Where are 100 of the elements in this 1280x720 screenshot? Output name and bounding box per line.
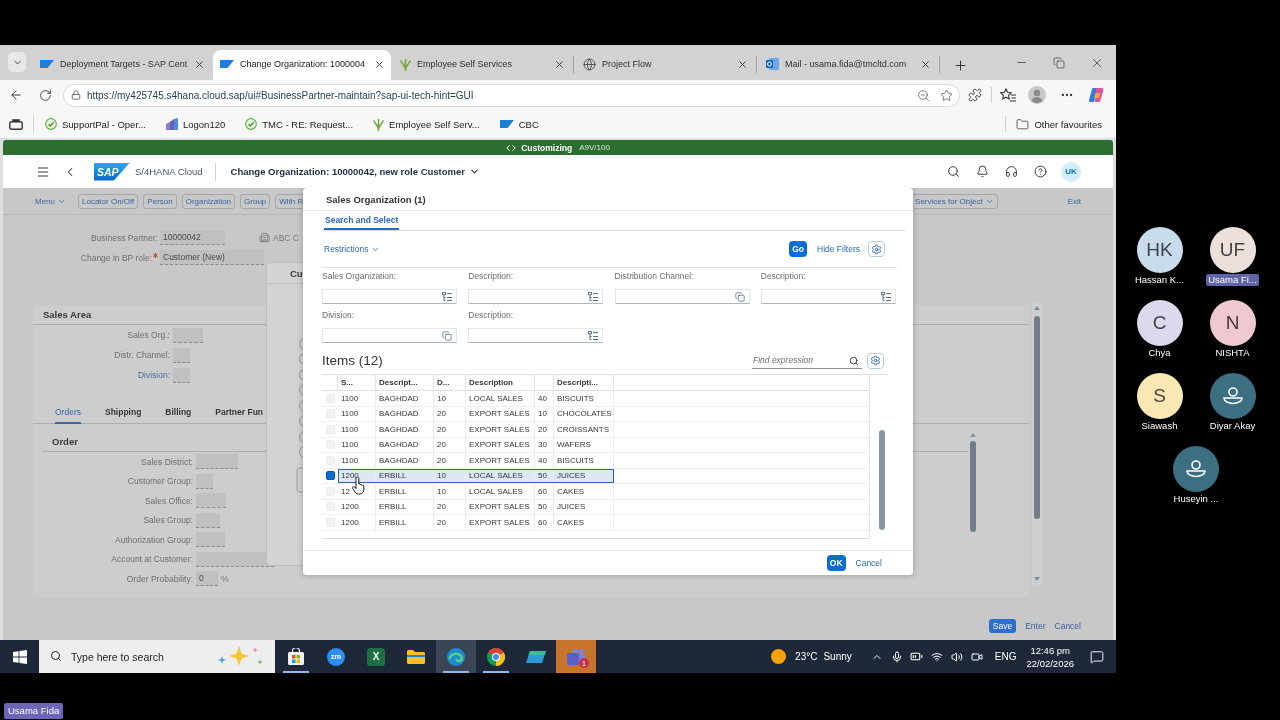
zoom-out-icon[interactable] xyxy=(917,88,930,102)
browser-tab[interactable]: Employee Self Services xyxy=(393,50,571,80)
reload-icon[interactable] xyxy=(38,88,52,102)
page-title[interactable]: Change Organization: 10000042, new role Customer xyxy=(230,166,465,177)
table-row[interactable]: 1200 ERBILL 20 EXPORT SALES 50 JUICES xyxy=(338,499,614,514)
browser-tab[interactable]: Change Organization: 1000004 xyxy=(213,50,391,80)
bookmark[interactable]: SupportPal - Oper... xyxy=(45,118,146,130)
bookmark[interactable]: CBC xyxy=(499,118,539,130)
dialog-button[interactable]: OK xyxy=(826,555,846,571)
close-icon[interactable] xyxy=(374,58,385,70)
battery-icon[interactable] xyxy=(910,650,924,663)
input-field[interactable] xyxy=(173,327,203,343)
microphone-icon[interactable] xyxy=(890,650,903,663)
copy-icon[interactable] xyxy=(734,291,745,302)
bell-icon[interactable] xyxy=(976,165,989,178)
tab[interactable]: Partner Fun xyxy=(215,400,264,424)
back-icon[interactable] xyxy=(9,88,23,102)
language-indicator[interactable]: ENG xyxy=(994,651,1017,662)
help-icon[interactable] xyxy=(1034,165,1047,178)
menu-button[interactable]: Menu xyxy=(35,196,66,206)
toolbar-button[interactable]: Person xyxy=(143,193,177,209)
toolbar-button[interactable]: Locator On/Off xyxy=(78,193,139,209)
table-row[interactable]: 1100 BAGHDAD 20 EXPORT SALES 40 BISCUITS xyxy=(338,453,614,468)
list-icon[interactable] xyxy=(442,291,452,302)
search-icon[interactable] xyxy=(849,355,859,366)
browser-tab[interactable]: Deployment Targets - SAP Cent xyxy=(33,50,211,80)
user-avatar[interactable]: UK xyxy=(1061,161,1081,182)
input-field[interactable]: 0 xyxy=(196,571,218,587)
notifications-icon[interactable] xyxy=(1090,649,1104,664)
hide-filters-button[interactable]: Hide Filters xyxy=(817,244,860,254)
search-field[interactable]: Type here to search xyxy=(39,640,275,673)
browser-tab[interactable]: Project Flow xyxy=(576,50,754,80)
table-row[interactable]: 1200 ERBILL 20 EXPORT SALES 60 CAKES xyxy=(338,515,614,530)
input-field[interactable] xyxy=(196,493,226,509)
toolbar-button[interactable]: Organization xyxy=(181,193,236,209)
bookmark[interactable]: TMC - RE: Request... xyxy=(245,118,354,130)
column-header[interactable]: D... xyxy=(434,375,466,390)
wifi-icon[interactable] xyxy=(930,650,943,663)
close-icon[interactable] xyxy=(737,58,748,70)
column-header[interactable]: Descripti... xyxy=(554,375,614,390)
scrollbar[interactable] xyxy=(1032,303,1042,585)
bookmark[interactable]: Employee Self Serv... xyxy=(373,117,480,131)
go-button[interactable]: Go xyxy=(789,241,807,257)
dialog-button[interactable]: Cancel xyxy=(855,558,882,568)
close-icon[interactable] xyxy=(920,58,931,70)
window-stack-icon[interactable] xyxy=(9,118,23,130)
footer-button[interactable]: Enter xyxy=(1025,621,1046,631)
table-row[interactable]: 1100 BAGHDAD 20 EXPORT SALES 20 CROISSANTS xyxy=(338,422,614,437)
toolbar-link[interactable]: Exit xyxy=(1067,196,1081,206)
input-field[interactable] xyxy=(196,532,225,548)
restrictions-button[interactable]: Restrictions xyxy=(324,244,381,254)
address-field[interactable]: https://my425745.s4hana.cloud.sap/ui#BusinessPartner-maintain?sap-ui-tech-hint=GUI xyxy=(63,83,960,107)
footer-button[interactable]: Cancel xyxy=(1054,621,1081,631)
tab[interactable]: Billing xyxy=(165,400,192,424)
headphones-icon[interactable] xyxy=(1005,165,1018,178)
bookmark[interactable]: Logon120 xyxy=(165,118,226,130)
start-icon[interactable] xyxy=(12,649,27,664)
tab[interactable]: Search and Select xyxy=(324,211,400,230)
tab[interactable]: Orders xyxy=(55,400,81,424)
close-icon[interactable] xyxy=(554,58,565,70)
taskbar-app[interactable]: X xyxy=(356,640,396,673)
table-row[interactable]: 1100 BAGHDAD 20 EXPORT SALES 30 WAFERS xyxy=(338,437,614,452)
input-field[interactable] xyxy=(196,454,238,470)
input-field[interactable] xyxy=(196,512,220,528)
input-field[interactable] xyxy=(196,473,213,489)
new-tab-icon[interactable] xyxy=(952,57,968,73)
footer-button[interactable]: Save xyxy=(988,619,1017,633)
volume-icon[interactable] xyxy=(950,650,963,663)
star-list-icon[interactable] xyxy=(1000,88,1016,102)
scrollbar[interactable] xyxy=(879,430,885,530)
profile-icon[interactable] xyxy=(1028,86,1046,104)
list-icon[interactable] xyxy=(880,291,891,302)
scrollbar[interactable] xyxy=(969,432,977,532)
swirl-logo-icon[interactable] xyxy=(1089,87,1105,103)
caret-down-icon[interactable] xyxy=(468,166,480,177)
puzzle-icon[interactable] xyxy=(968,88,982,102)
tab[interactable]: Shipping xyxy=(105,400,142,424)
clock[interactable]: 12:46 pm 22/02/2026 xyxy=(1026,643,1074,670)
input-field[interactable]: 10000042 xyxy=(160,230,225,245)
row-checkbox[interactable] xyxy=(325,471,335,481)
column-header[interactable]: Description xyxy=(466,375,535,390)
table-row[interactable]: 1100 BAGHDAD 20 EXPORT SALES 10 CHOCOLATES xyxy=(338,406,614,421)
search-icon[interactable] xyxy=(947,165,960,178)
list-icon[interactable] xyxy=(588,330,599,341)
browser-tab[interactable]: Mail - usama.fida@tmcltd.com xyxy=(759,50,937,80)
toolbar-button[interactable]: Group xyxy=(240,193,271,209)
input-field[interactable] xyxy=(173,367,190,383)
lock-icon[interactable] xyxy=(71,90,81,100)
input-field[interactable] xyxy=(173,347,190,363)
menu-icon[interactable] xyxy=(36,164,50,179)
input-field[interactable] xyxy=(196,551,274,567)
star-icon[interactable] xyxy=(940,88,953,102)
column-header[interactable]: S... xyxy=(338,375,376,390)
list-icon[interactable] xyxy=(588,291,599,302)
settings-button[interactable] xyxy=(867,352,884,369)
restore-icon[interactable] xyxy=(1053,56,1065,69)
settings-button[interactable] xyxy=(868,241,885,257)
bookmark-folder[interactable]: Other favourites xyxy=(1016,117,1102,131)
input-field[interactable]: Customer (New) xyxy=(160,250,264,265)
table-row[interactable]: 1100 BAGHDAD 10 LOCAL SALES 40 BISCUITS xyxy=(338,391,614,406)
